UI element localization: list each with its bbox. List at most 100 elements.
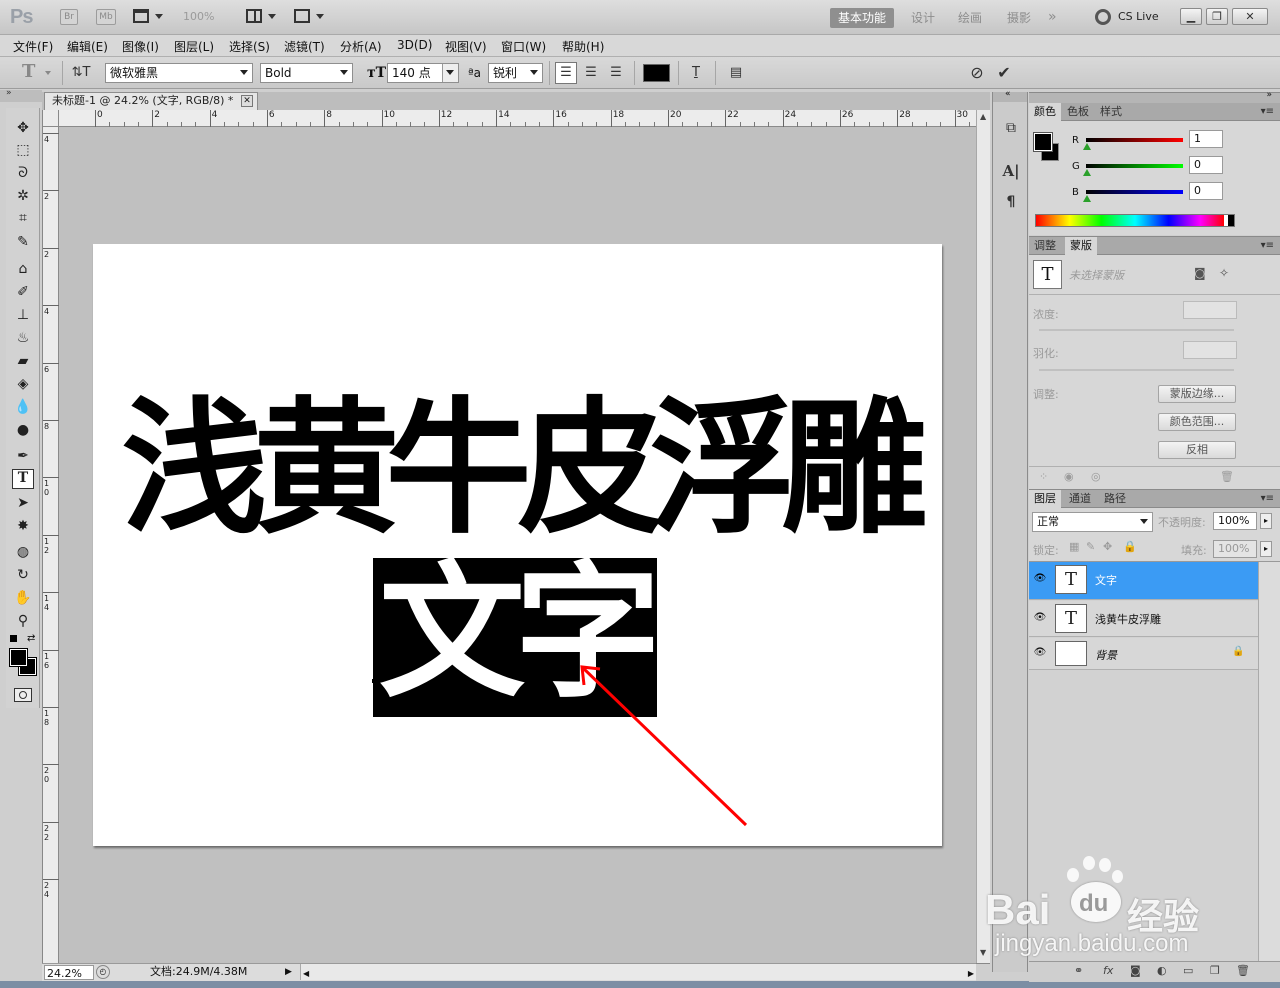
visibility-eye-icon[interactable]: 👁: [1033, 611, 1047, 625]
red-value-field[interactable]: 1: [1189, 130, 1223, 148]
add-pixel-mask-icon[interactable]: ◙: [1194, 266, 1206, 280]
menu-edit[interactable]: 编辑(E): [67, 38, 108, 55]
green-slider[interactable]: [1086, 164, 1183, 168]
delete-mask-icon[interactable]: 🗑: [1220, 470, 1234, 483]
panel-menu-icon[interactable]: ▾≡: [1261, 106, 1274, 117]
screen-mode-button[interactable]: [294, 9, 324, 25]
zoom-level-select[interactable]: 100%: [183, 10, 214, 23]
shape-tool-icon[interactable]: ✸: [12, 516, 34, 536]
tab-layers[interactable]: 图层: [1029, 490, 1061, 508]
tab-paths[interactable]: 路径: [1099, 490, 1131, 508]
density-field[interactable]: [1183, 301, 1237, 319]
opacity-field[interactable]: 100%: [1213, 512, 1257, 530]
lock-pixels-icon[interactable]: ✎: [1086, 540, 1095, 553]
default-colors-icon[interactable]: [10, 635, 17, 642]
swap-colors-icon[interactable]: ⇄: [27, 633, 35, 644]
color-foreground-swatch[interactable]: [1033, 132, 1053, 152]
tool-preset-picker[interactable]: T: [22, 61, 35, 82]
mask-edge-button[interactable]: 蒙版边缘...: [1158, 385, 1236, 403]
type-tool-icon[interactable]: T: [12, 469, 34, 489]
3d-orbit-tool-icon[interactable]: ↻: [12, 565, 34, 585]
marquee-tool-icon[interactable]: ⬚: [12, 140, 34, 160]
menu-view[interactable]: 视图(V): [445, 38, 487, 55]
menu-filter[interactable]: 滤镜(T): [284, 38, 325, 55]
history-panel-icon[interactable]: ⧉: [1001, 118, 1021, 138]
align-left-button[interactable]: ☰: [555, 62, 577, 84]
tab-swatches[interactable]: 色板: [1062, 103, 1094, 121]
collapse-icon[interactable]: »: [6, 88, 12, 98]
lasso-tool-icon[interactable]: ᘐ: [12, 163, 34, 183]
color-spectrum-bar[interactable]: [1035, 214, 1235, 227]
feather-field[interactable]: [1183, 341, 1237, 359]
quick-mask-button[interactable]: [14, 688, 32, 702]
scroll-up-icon[interactable]: ▲: [980, 112, 986, 121]
close-tab-icon[interactable]: ✕: [241, 95, 253, 107]
density-slider[interactable]: [1039, 329, 1234, 331]
zoom-field[interactable]: 24.2%: [44, 965, 94, 980]
hand-tool-icon[interactable]: ✋: [12, 588, 34, 608]
eyedropper-tool-icon[interactable]: ✎: [12, 232, 34, 252]
commit-edits-button[interactable]: ✔: [993, 62, 1015, 84]
cslive-menu[interactable]: CS Live: [1118, 10, 1159, 23]
layer-name[interactable]: 浅黄牛皮浮雕: [1095, 611, 1161, 627]
align-right-button[interactable]: ☰: [605, 62, 627, 84]
lock-position-icon[interactable]: ✥: [1103, 540, 1112, 553]
disable-mask-icon[interactable]: ◎: [1091, 470, 1101, 483]
panel-menu-icon[interactable]: ▾≡: [1261, 240, 1274, 251]
blend-mode-select[interactable]: 正常: [1032, 512, 1153, 532]
menu-3d[interactable]: 3D(D): [397, 38, 432, 52]
zoom-tool-icon[interactable]: ⚲: [12, 611, 34, 631]
paint-bucket-tool-icon[interactable]: ◈: [12, 374, 34, 394]
stamp-tool-icon[interactable]: ⊥: [12, 305, 34, 325]
text-color-swatch[interactable]: [643, 64, 670, 82]
red-slider-handle[interactable]: [1083, 143, 1091, 150]
restore-button[interactable]: ❐: [1206, 8, 1228, 25]
layer-row-title[interactable]: 👁 T 浅黄牛皮浮雕: [1029, 601, 1258, 637]
tab-styles[interactable]: 样式: [1095, 103, 1127, 121]
align-center-button[interactable]: ☰: [580, 62, 602, 84]
menu-help[interactable]: 帮助(H): [562, 38, 604, 55]
lock-transparency-icon[interactable]: ▦: [1069, 540, 1079, 553]
font-size-select[interactable]: 140 点: [387, 63, 459, 83]
foreground-color-swatch[interactable]: [9, 648, 28, 667]
horizontal-ruler[interactable]: 0 2 4 6 8 10 12 14 16 18 20 22 24 26 28 30: [59, 110, 999, 127]
fill-arrow-icon[interactable]: ▸: [1260, 541, 1272, 557]
green-slider-handle[interactable]: [1083, 169, 1091, 176]
feather-slider[interactable]: [1039, 369, 1234, 371]
cancel-edits-button[interactable]: ⊘: [966, 62, 988, 84]
visibility-eye-icon[interactable]: 👁: [1033, 646, 1047, 660]
bridge-button[interactable]: Br: [60, 9, 78, 25]
pen-tool-icon[interactable]: ✒: [12, 446, 34, 466]
blue-value-field[interactable]: 0: [1189, 182, 1223, 200]
minibridge-button[interactable]: Mb: [96, 9, 116, 25]
panel-menu-icon[interactable]: ▾≡: [1261, 493, 1274, 504]
close-button[interactable]: ✕: [1232, 8, 1268, 25]
add-vector-mask-icon[interactable]: ✧: [1219, 266, 1229, 280]
menu-analysis[interactable]: 分析(A): [340, 38, 382, 55]
tab-channels[interactable]: 通道: [1064, 490, 1096, 508]
workspace-painting[interactable]: 绘画: [950, 8, 990, 28]
quick-select-tool-icon[interactable]: ✲: [12, 186, 34, 206]
ruler-origin[interactable]: [43, 110, 59, 127]
3d-rotate-tool-icon[interactable]: ◍: [12, 542, 34, 562]
workspace-design[interactable]: 设计: [903, 8, 943, 28]
menu-window[interactable]: 窗口(W): [501, 38, 546, 55]
menu-file[interactable]: 文件(F): [13, 38, 53, 55]
tab-color[interactable]: 颜色: [1029, 103, 1061, 121]
visibility-eye-icon[interactable]: 👁: [1033, 572, 1047, 586]
invert-button[interactable]: 反相: [1158, 441, 1236, 459]
crop-tool-icon[interactable]: ⌗: [12, 208, 34, 228]
vertical-ruler[interactable]: 4 2 2 4 6 8 10 12 14 16 18 20 22 24: [43, 127, 59, 963]
healing-brush-tool-icon[interactable]: ⌂: [12, 259, 34, 279]
vertical-scrollbar[interactable]: ▲ ▼: [976, 110, 990, 963]
layer-row-background[interactable]: 👁 背景 🔒: [1029, 638, 1258, 670]
scroll-left-icon[interactable]: ◀: [303, 966, 309, 982]
move-tool-icon[interactable]: ✥: [12, 118, 34, 138]
view-extras-button[interactable]: [133, 9, 163, 25]
history-brush-tool-icon[interactable]: ♨: [12, 328, 34, 348]
red-slider[interactable]: [1086, 138, 1183, 142]
font-family-select[interactable]: 微软雅黑: [105, 63, 253, 83]
status-menu-arrow[interactable]: ▶: [285, 964, 292, 980]
horizontal-scrollbar[interactable]: ◀ ▶: [300, 964, 976, 980]
blue-slider[interactable]: [1086, 190, 1183, 194]
